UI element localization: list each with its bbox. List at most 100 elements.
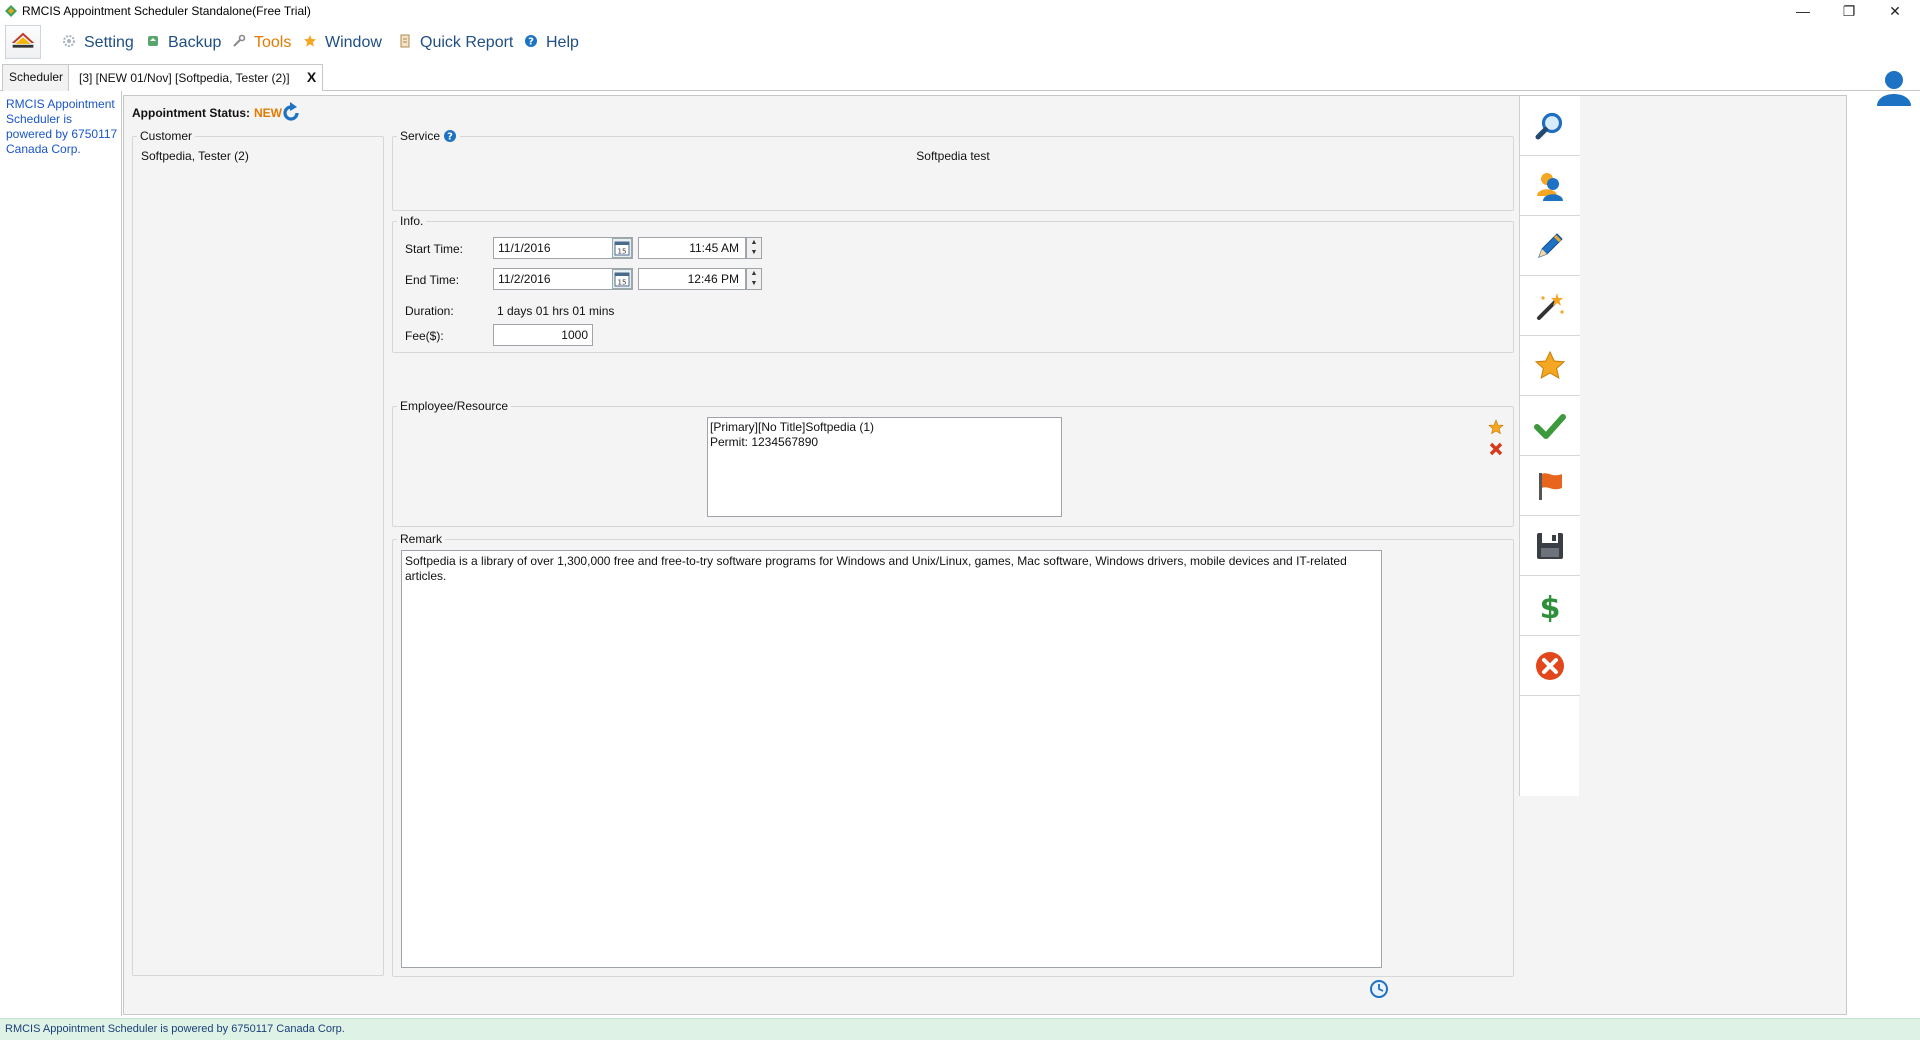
service-help-icon[interactable]: ? [443,129,457,143]
appointment-editor: Appointment Status: NEW Customer Softpedi… [123,91,1868,1016]
svg-text:?: ? [447,132,453,143]
remark-legend: Remark [400,532,443,546]
magic-wand-icon [1537,293,1564,320]
menu-help[interactable]: ? Help [524,33,579,53]
employee-group: Employee/Resource [Primary][No Title]Sof… [392,399,1514,527]
app-logo-icon [5,5,17,17]
home-button[interactable] [5,25,41,59]
calendar-day: 15 [618,279,627,287]
customer-name[interactable]: Softpedia, Tester (2) [141,149,249,163]
cancel-appointment-button[interactable] [1520,636,1580,696]
calendar-day: 15 [618,248,627,256]
spin-up-icon[interactable]: ▲ [747,238,761,248]
star-icon [1534,350,1566,379]
end-time-input[interactable]: 12:46 PM [638,268,746,290]
appointment-panel: Appointment Status: NEW Customer Softpedi… [123,95,1847,1015]
add-primary-star-icon[interactable] [1488,419,1504,435]
menu-window[interactable]: Window [303,33,382,53]
start-date-input[interactable]: 11/1/2016 15 [493,237,633,259]
fee-input[interactable]: 1000 [493,324,593,346]
favorite-button[interactable] [1520,336,1580,396]
edit-button[interactable] [1520,216,1580,276]
menu-help-label: Help [546,34,579,51]
menu-setting[interactable]: Setting [62,33,134,53]
tab-scheduler[interactable]: Scheduler [2,64,71,91]
tab-close-button[interactable]: X [307,69,316,85]
customer-button[interactable] [1520,156,1580,216]
employee-list-item[interactable]: [Primary][No Title]Softpedia (1) [710,420,1059,435]
save-icon [1537,533,1563,559]
remark-group: Remark Softpedia is a library of over 1,… [392,532,1514,977]
menu-bar: Setting Backup Tools Window Quick Report… [0,22,1920,62]
save-button[interactable] [1520,516,1580,576]
footer-text: RMCIS Appointment Scheduler is powered b… [5,1023,345,1035]
search-icon [1535,112,1563,140]
info-group: Info. Start Time: 11/1/2016 15 11:45 AM … [392,214,1514,353]
clock-icon[interactable] [1369,979,1389,999]
fee-label: Fee($): [405,329,444,343]
spin-up-icon[interactable]: ▲ [747,269,761,279]
spin-down-icon[interactable]: ▼ [747,248,761,258]
menu-tools-label: Tools [254,34,292,51]
close-window-button[interactable]: ✕ [1872,0,1918,22]
confirm-button[interactable] [1520,396,1580,456]
wrench-icon [233,34,246,47]
status-badge: NEW [254,106,282,120]
start-date-value: 11/1/2016 [498,241,551,255]
tab-appointment-label: [3] [NEW 01/Nov] [Softpedia, Tester (2)] [79,71,290,85]
start-time-label: Start Time: [405,242,464,256]
employee-legend: Employee/Resource [400,399,509,413]
calendar-icon: 15 [614,241,630,256]
window-title: RMCIS Appointment Scheduler Standalone(F… [22,4,311,18]
dollar-icon: $ [1540,591,1561,622]
start-date-calendar-button[interactable]: 15 [612,238,632,258]
title-bar: RMCIS Appointment Scheduler Standalone(F… [0,0,1920,22]
service-legend-text: Service [400,129,441,143]
employee-permit: Permit: 1234567890 [710,435,819,449]
refresh-icon[interactable] [280,102,302,124]
sidebar-info-text: RMCIS Appointment Scheduler is powered b… [6,97,118,156]
menu-backup[interactable]: Backup [146,33,221,53]
end-date-value: 11/2/2016 [498,272,551,286]
end-time-spinner[interactable]: ▲ ▼ [746,268,762,290]
service-value[interactable]: Softpedia test [393,149,1513,163]
duration-label: Duration: [405,304,454,318]
menu-quick-report-label: Quick Report [420,34,514,51]
edit-icon [1538,233,1563,258]
gear-icon [63,35,75,47]
customer-icon [1537,173,1563,201]
flag-button[interactable] [1520,456,1580,516]
end-date-calendar-button[interactable]: 15 [612,269,632,289]
menu-backup-label: Backup [168,34,222,51]
minimize-button[interactable]: — [1780,0,1826,22]
tab-appointment[interactable]: [3] [NEW 01/Nov] [Softpedia, Tester (2)]… [68,64,324,92]
end-date-input[interactable]: 11/2/2016 15 [493,268,633,290]
status-bar: RMCIS Appointment Scheduler is powered b… [0,1018,1920,1040]
customer-group: Customer Softpedia, Tester (2) [132,129,384,976]
status-label: Appointment Status: [132,106,250,120]
remark-textarea[interactable]: Softpedia is a library of over 1,300,000… [401,550,1382,968]
service-legend: Service ? [397,129,460,143]
star-icon [304,35,316,47]
home-icon [11,32,35,48]
start-time-input[interactable]: 11:45 AM [638,237,746,259]
user-avatar-icon[interactable] [1874,68,1914,108]
payment-button[interactable]: $ [1520,576,1580,636]
help-icon: ? [525,35,537,48]
magic-button[interactable] [1520,276,1580,336]
duration-value: 1 days 01 hrs 01 mins [497,304,615,318]
remove-employee-icon[interactable] [1488,441,1504,457]
spin-down-icon[interactable]: ▼ [747,279,761,289]
menu-tools[interactable]: Tools [232,33,291,53]
service-group: Service ? Softpedia test [392,129,1514,211]
left-panel: RMCIS Appointment Scheduler is powered b… [0,91,122,1016]
check-icon [1534,414,1566,439]
search-button[interactable] [1520,96,1580,156]
start-time-spinner[interactable]: ▲ ▼ [746,237,762,259]
menu-quick-report[interactable]: Quick Report [398,33,513,53]
tab-scheduler-label: Scheduler [9,70,64,84]
employee-list[interactable]: [Primary][No Title]Softpedia (1) Permit:… [707,417,1062,517]
restore-button[interactable]: ❐ [1826,0,1872,22]
tab-strip: Scheduler [3] [NEW 01/Nov] [Softpedia, T… [0,64,1920,92]
calendar-icon: 15 [614,272,630,287]
